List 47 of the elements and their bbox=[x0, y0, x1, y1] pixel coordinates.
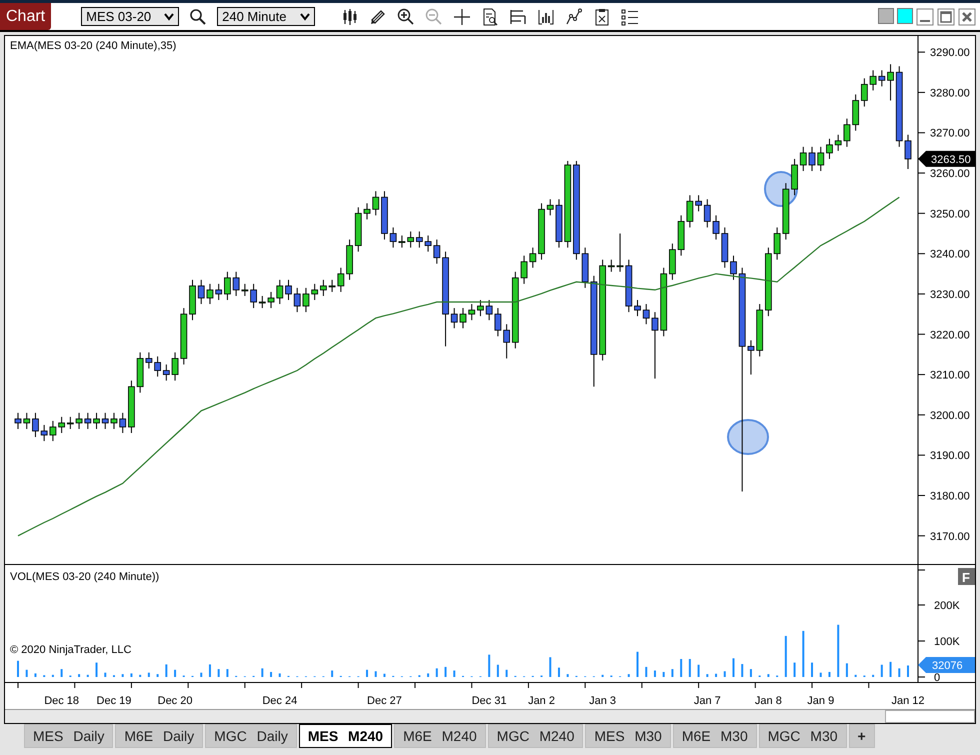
axis-label: 3210.00 bbox=[930, 370, 970, 382]
axis-label: 200K bbox=[934, 600, 960, 612]
axis-label: 3190.00 bbox=[930, 450, 970, 462]
interval-dropdown[interactable]: 240 Minute bbox=[217, 7, 316, 26]
copyright-text: © 2020 NinjaTrader, LLC bbox=[10, 644, 132, 656]
indicator-label: EMA(MES 03-20 (240 Minute),35) bbox=[10, 40, 176, 52]
chart-tab[interactable]: MGC Daily bbox=[205, 724, 297, 748]
chart-tab[interactable]: M6E M240 bbox=[394, 724, 486, 748]
axis-label: 3270.00 bbox=[930, 128, 970, 140]
last-price-label: 3263.50 bbox=[918, 150, 975, 167]
axis-label: 0 bbox=[934, 672, 940, 684]
indicator-label: VOL(MES 03-20 (240 Minute)) bbox=[10, 571, 160, 583]
chart-tab[interactable]: M6E M30 bbox=[672, 724, 757, 748]
axis-label: Jan 12 bbox=[891, 695, 925, 707]
axis-label: 3290.00 bbox=[930, 47, 970, 60]
axis-label: Dec 20 bbox=[158, 695, 192, 707]
chart-tab[interactable]: MES M30 bbox=[585, 724, 671, 748]
axis-label: 3170.00 bbox=[930, 530, 970, 543]
axis-label: Jan 3 bbox=[589, 695, 616, 707]
axis-label: 3240.00 bbox=[930, 248, 970, 261]
last-volume-label: 32076 bbox=[918, 657, 975, 673]
axis-label: Dec 19 bbox=[96, 695, 132, 707]
chart-tab[interactable]: MES Daily bbox=[24, 724, 114, 748]
axis-label: Jan 9 bbox=[807, 695, 834, 707]
axis-label: 3250.00 bbox=[930, 208, 970, 220]
window-title: Chart bbox=[0, 3, 52, 30]
axis-label: 3180.00 bbox=[930, 490, 970, 502]
chart-tab[interactable]: MES M240 bbox=[298, 724, 392, 748]
axis-label: 3220.00 bbox=[930, 329, 970, 342]
axis-label: Dec 24 bbox=[262, 695, 298, 707]
axis-label: Dec 31 bbox=[472, 695, 507, 707]
axis-label: 100K bbox=[934, 636, 960, 648]
axis-label: Jan 8 bbox=[754, 695, 782, 707]
axis-label: Jan 2 bbox=[528, 695, 555, 707]
axis-label: 3260.00 bbox=[930, 168, 970, 180]
chart-tab[interactable]: M6E Daily bbox=[115, 724, 204, 748]
axis-label: 3200.00 bbox=[930, 410, 970, 422]
f-button[interactable]: F bbox=[958, 568, 975, 585]
axis-label: Dec 18 bbox=[44, 695, 80, 707]
chart-tab[interactable]: MGC M240 bbox=[488, 724, 584, 748]
axis-label: Jan 7 bbox=[694, 695, 721, 707]
axis-label: Dec 27 bbox=[367, 695, 402, 707]
instrument-dropdown[interactable]: MES 03-20 bbox=[81, 7, 180, 26]
chart-tab[interactable]: MGC M30 bbox=[758, 724, 847, 748]
axis-label: 3230.00 bbox=[930, 288, 970, 301]
add-tab-button[interactable]: + bbox=[848, 724, 875, 748]
axis-label: 3280.00 bbox=[930, 87, 970, 100]
